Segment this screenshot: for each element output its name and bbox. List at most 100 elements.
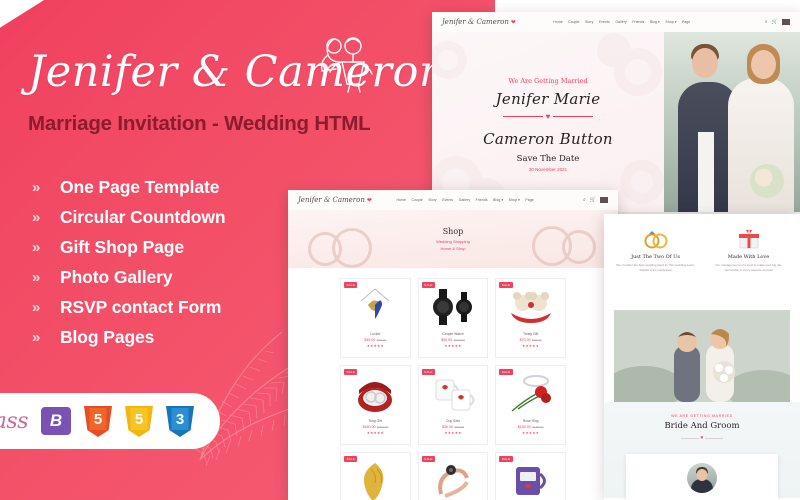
bride-groom-section: WE ARE GETTING MARRIED Bride And Groom ♥: [604, 402, 800, 500]
nav-item-blog[interactable]: Blog ▾: [493, 198, 503, 202]
nav-item-couple[interactable]: Couple: [411, 198, 422, 202]
nav-item-story[interactable]: Story: [585, 20, 593, 24]
product-card[interactable]: SALE Anniversary Gift $45.00$60.00 ★★★★★: [495, 452, 566, 500]
html5-badge: 5: [84, 406, 112, 437]
product-card[interactable]: SALE Ear Ring $65.00$85.00 ★★★★★: [340, 452, 411, 500]
shop-page-title: Shop: [442, 227, 464, 236]
product-name: Cup Sets: [446, 419, 460, 423]
status-badge: SALE: [344, 456, 358, 462]
rating-stars: ★★★★★: [444, 431, 462, 435]
html5-alt-badge-label: 5: [130, 408, 148, 430]
product-card[interactable]: SALE Retro Ring $100.00$130.00 ★★★★★: [417, 452, 489, 500]
headline-block: Jenifer & Cameron Marriage Invitation - …: [28, 37, 447, 136]
feature-text: We consider the best wedding band for th…: [616, 263, 695, 272]
product-name: Couple Watch: [442, 332, 464, 336]
section-divider: ♥: [604, 435, 800, 441]
promo-banner: Jenifer & Cameron Marriage Invitation - …: [0, 0, 800, 500]
hero-date: 30 November 2021: [528, 166, 568, 172]
flower-background: [432, 32, 664, 212]
status-badge: SALE: [421, 369, 436, 375]
hero-nav-menu: Home Couple Story Events Gallery Friends…: [553, 20, 690, 24]
status-badge: SALE: [421, 282, 436, 288]
feature-title: Just The Two Of Us: [631, 254, 680, 260]
nav-item-couple[interactable]: Couple: [568, 20, 579, 24]
feature-block: Made With Love Our management is the bes…: [705, 228, 792, 310]
breadcrumb[interactable]: Home & Shop: [441, 246, 466, 251]
product-card[interactable]: SALE Teddy Gift $70.00 $90.00 ★★★★★: [495, 278, 566, 358]
site-logo[interactable]: Jenifer & Cameron: [442, 18, 509, 26]
chevron-right-icon: »: [32, 178, 40, 196]
nav-item-home[interactable]: Home: [553, 20, 562, 24]
search-icon[interactable]: ⌕: [765, 19, 768, 25]
nav-item-page[interactable]: Page: [525, 198, 533, 202]
html5-badge-label: 5: [89, 408, 107, 430]
html5-alt-badge: 5: [125, 406, 153, 437]
chevron-right-icon: »: [32, 268, 40, 286]
product-price: $70.00 $90.00: [519, 338, 542, 342]
product-image: [344, 284, 407, 330]
hero-nav-icons: ⌕ 🛒: [765, 19, 790, 25]
css3-badge-label: 3: [171, 408, 189, 430]
product-card[interactable]: SALE Locket $45.00 $70.00 ★★★★★: [340, 278, 411, 358]
site-logo[interactable]: Jenifer & Cameron: [298, 196, 365, 204]
feature-item: » Blog Pages: [30, 322, 225, 352]
product-grid: SALE Locket $45.00 $70.00 ★★★★★ SALE Cou…: [288, 268, 618, 500]
nav-item-home[interactable]: Home: [397, 198, 406, 202]
feature-title: Made With Love: [727, 254, 770, 260]
hero-invitation-panel: We Are Getting Married Jenifer Marie ♥ C…: [432, 32, 664, 212]
product-name: Ring Gift: [368, 419, 382, 423]
feature-label: Photo Gallery: [60, 266, 173, 287]
nav-item-friends[interactable]: Friends: [632, 20, 644, 24]
shop-nav-menu: Home Couple Story Events Gallery Friends…: [397, 198, 534, 202]
nav-item-gallery[interactable]: Gallery: [615, 20, 626, 24]
product-image: [499, 284, 562, 330]
hero-divider: ♥: [502, 111, 594, 121]
status-badge: SALE: [499, 456, 513, 462]
product-image: [499, 371, 562, 417]
nav-item-page[interactable]: Page: [682, 20, 690, 24]
rating-stars: ★★★★★: [522, 431, 540, 435]
hero-navbar: Jenifer & Cameron ❤ Home Couple Story Ev…: [432, 12, 800, 32]
hero-groom-name: Cameron Button: [483, 129, 613, 148]
search-icon[interactable]: ⌕: [583, 197, 586, 203]
product-price: $160.00 $200.00: [362, 425, 389, 429]
product-image: [422, 371, 485, 417]
product-card[interactable]: SALE Couple Watch $90.00 $120.00 ★★★★★: [417, 278, 489, 358]
product-image: [422, 284, 485, 330]
product-card[interactable]: SALE Ring Gift $160.00 $200.00 ★★★★★: [340, 365, 411, 445]
tech-badge-pill: Sass B 5 5 3: [0, 393, 220, 449]
rings-decoration: [494, 222, 604, 266]
status-badge: SALE: [344, 369, 358, 375]
product-image: [422, 458, 485, 500]
nav-item-blog[interactable]: Blog ▾: [650, 20, 660, 24]
product-price: $45.00 $70.00: [364, 338, 387, 342]
product-card[interactable]: SALE Rose Ring $150.00 $180.00 ★★★★★: [495, 365, 566, 445]
nav-item-story[interactable]: Story: [428, 198, 436, 202]
nav-item-friends[interactable]: Friends: [476, 198, 488, 202]
menu-icon[interactable]: [600, 197, 608, 203]
nav-item-shop[interactable]: Shop ▾: [665, 20, 676, 24]
menu-icon[interactable]: [781, 19, 790, 25]
shop-nav-icons: ⌕ 🛒: [583, 197, 608, 203]
heart-icon: ❤: [510, 19, 516, 26]
nav-item-shop[interactable]: Shop ▾: [509, 198, 520, 202]
feature-item: » Photo Gallery: [30, 262, 225, 292]
section-heading: Bride And Groom: [664, 421, 740, 431]
hero-couple-photo: [664, 32, 800, 212]
status-badge: SALE: [499, 369, 513, 375]
product-image: [344, 371, 407, 417]
feature-list: » One Page Template » Circular Countdown…: [30, 172, 226, 352]
about-mockup: Just The Two Of Us We consider the best …: [604, 214, 800, 500]
heart-icon: ❤: [366, 197, 372, 204]
shop-page-header: Shop Wedding Shopping Home & Shop: [288, 210, 618, 268]
shop-breadcrumb-line1: Wedding Shopping: [436, 239, 470, 244]
nav-item-gallery[interactable]: Gallery: [459, 198, 470, 202]
nav-item-events[interactable]: Events: [599, 20, 610, 24]
product-card[interactable]: SALE Cup Sets $36.00 $50.00 ★★★★★: [417, 365, 489, 445]
rating-stars: ★★★★★: [522, 344, 540, 348]
nav-item-events[interactable]: Events: [442, 198, 453, 202]
heart-icon: ♥: [545, 111, 551, 121]
product-name: Teddy Gift: [523, 332, 539, 336]
cart-icon[interactable]: 🛒: [590, 197, 596, 203]
cart-icon[interactable]: 🛒: [772, 19, 778, 25]
